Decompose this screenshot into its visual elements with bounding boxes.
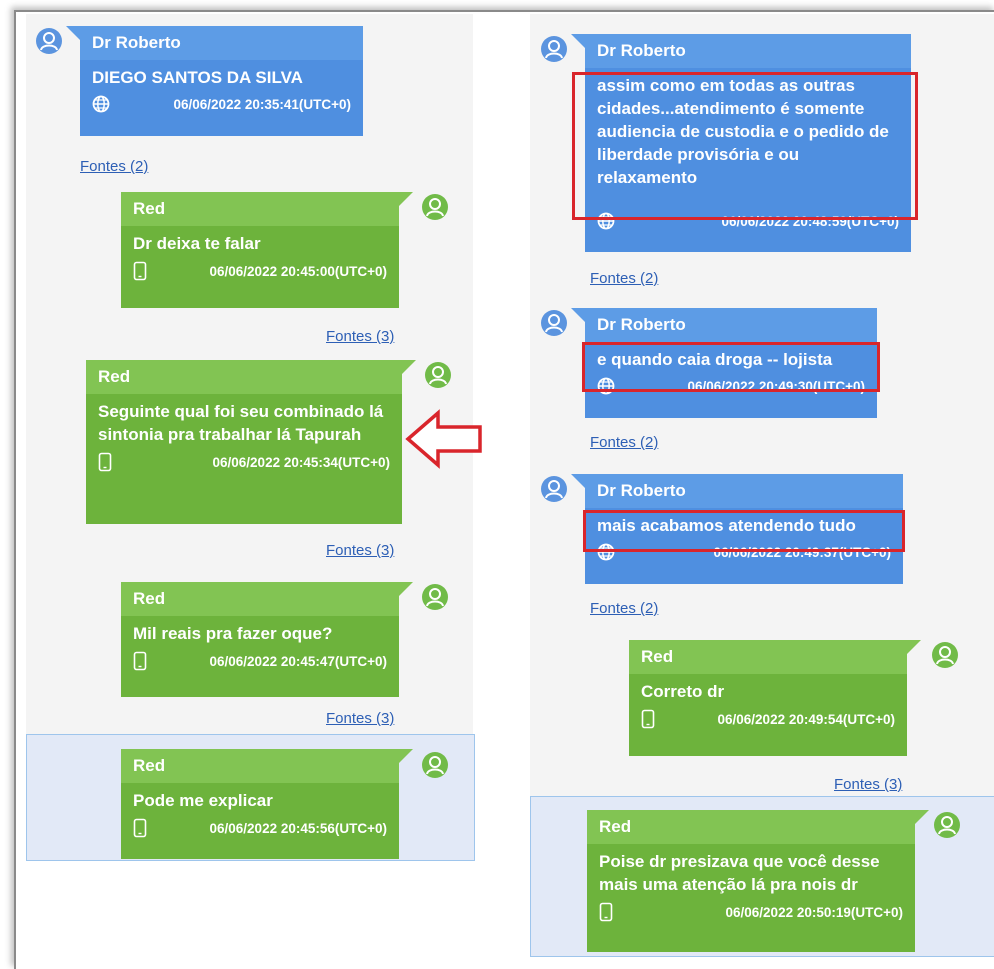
- user-avatar-icon: [541, 36, 567, 62]
- phone-icon: [133, 818, 147, 838]
- phone-icon: [133, 651, 147, 671]
- message-text: Pode me explicar: [133, 791, 273, 810]
- message-bubble[interactable]: Red Dr deixa te falar 06/06/2022 20:45:0…: [121, 192, 413, 308]
- user-avatar-icon: [932, 642, 958, 668]
- message-footer: 06/06/2022 20:45:47(UTC+0): [121, 649, 399, 679]
- user-avatar-icon: [425, 362, 451, 388]
- message-bubble[interactable]: Red Correto dr 06/06/2022 20:49:54(UTC+0…: [629, 640, 921, 756]
- sender-name: Red: [86, 360, 402, 394]
- message-bubble[interactable]: Dr Roberto DIEGO SANTOS DA SILVA 06/06/2…: [66, 26, 363, 136]
- sources-link[interactable]: Fontes (2): [590, 270, 658, 287]
- message-bubble[interactable]: Red Pode me explicar 06/06/2022 20:45:56…: [121, 749, 413, 859]
- highlight-box: [572, 72, 918, 220]
- timestamp: 06/06/2022 20:49:54(UTC+0): [717, 711, 895, 727]
- message-footer: 06/06/2022 20:45:34(UTC+0): [86, 450, 402, 480]
- user-avatar-icon: [422, 194, 448, 220]
- sources-link[interactable]: Fontes (3): [326, 710, 394, 727]
- sender-name: Dr Roberto: [80, 26, 363, 60]
- phone-icon: [98, 452, 112, 472]
- user-avatar-icon: [422, 584, 448, 610]
- sender-name: Dr Roberto: [585, 474, 903, 508]
- user-avatar-icon: [934, 812, 960, 838]
- sources-link[interactable]: Fontes (3): [326, 328, 394, 345]
- message-text: Poise dr presizava que você desse mais u…: [599, 852, 880, 894]
- sender-name: Red: [121, 192, 399, 226]
- message-footer: 06/06/2022 20:35:41(UTC+0): [80, 93, 363, 121]
- globe-icon: [92, 95, 110, 113]
- message-footer: 06/06/2022 20:45:56(UTC+0): [121, 816, 399, 846]
- sender-name: Red: [121, 749, 399, 783]
- highlight-box: [582, 342, 880, 392]
- message-text: Mil reais pra fazer oque?: [133, 624, 333, 643]
- sources-link[interactable]: Fontes (2): [590, 600, 658, 617]
- sender-name: Red: [587, 810, 915, 844]
- user-avatar-icon: [541, 476, 567, 502]
- timestamp: 06/06/2022 20:45:34(UTC+0): [212, 454, 390, 470]
- sources-link[interactable]: Fontes (2): [80, 158, 148, 175]
- phone-icon: [133, 261, 147, 281]
- red-outline-arrow-left: [405, 409, 482, 469]
- message-bubble[interactable]: Red Poise dr presizava que você desse ma…: [587, 810, 929, 952]
- message-text: DIEGO SANTOS DA SILVA: [92, 68, 303, 87]
- sender-name: Dr Roberto: [585, 34, 911, 68]
- user-avatar-icon: [422, 752, 448, 778]
- timestamp: 06/06/2022 20:45:56(UTC+0): [209, 820, 387, 836]
- sources-link[interactable]: Fontes (3): [834, 776, 902, 793]
- phone-icon: [641, 709, 655, 729]
- highlight-box: [583, 510, 905, 552]
- message-text: Dr deixa te falar: [133, 234, 261, 253]
- timestamp: 06/06/2022 20:45:47(UTC+0): [209, 653, 387, 669]
- message-footer: 06/06/2022 20:50:19(UTC+0): [587, 900, 915, 930]
- message-footer: 06/06/2022 20:49:54(UTC+0): [629, 707, 907, 737]
- sender-name: Dr Roberto: [585, 308, 877, 342]
- message-text: Seguinte qual foi seu combinado lá sinto…: [98, 402, 384, 444]
- screenshot-frame: Dr Roberto DIEGO SANTOS DA SILVA 06/06/2…: [14, 10, 994, 969]
- message-footer: 06/06/2022 20:45:00(UTC+0): [121, 259, 399, 289]
- user-avatar-icon: [36, 28, 62, 54]
- message-bubble[interactable]: Red Seguinte qual foi seu combinado lá s…: [86, 360, 416, 524]
- timestamp: 06/06/2022 20:50:19(UTC+0): [725, 904, 903, 920]
- sources-link[interactable]: Fontes (2): [590, 434, 658, 451]
- message-bubble[interactable]: Red Mil reais pra fazer oque? 06/06/2022…: [121, 582, 413, 697]
- message-text: Correto dr: [641, 682, 725, 701]
- sources-link[interactable]: Fontes (3): [326, 542, 394, 559]
- user-avatar-icon: [541, 310, 567, 336]
- phone-icon: [599, 902, 613, 922]
- sender-name: Red: [121, 582, 399, 616]
- timestamp: 06/06/2022 20:45:00(UTC+0): [209, 263, 387, 279]
- sender-name: Red: [629, 640, 907, 674]
- timestamp: 06/06/2022 20:35:41(UTC+0): [173, 96, 351, 112]
